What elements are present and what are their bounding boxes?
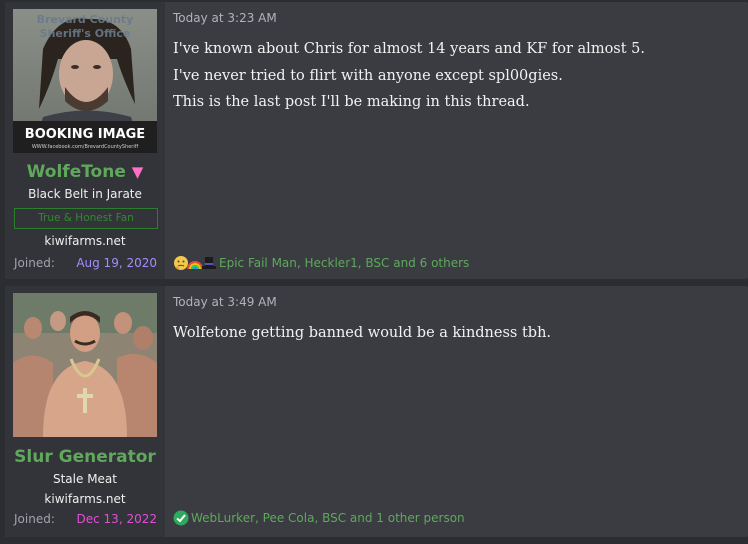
post: Slur Generator Stale Meat kiwifarms.net … bbox=[5, 286, 748, 537]
reactions-bar[interactable]: Epic Fail Man, Heckler1, BSC and 6 other… bbox=[173, 255, 469, 271]
hat-icon bbox=[202, 257, 216, 269]
reaction-icons bbox=[173, 510, 189, 526]
reactions-bar[interactable]: WebLurker, Pee Cola, BSC and 1 other per… bbox=[173, 510, 465, 526]
message-cell: Today at 3:49 AM Wolfetone getting banne… bbox=[165, 286, 748, 537]
username[interactable]: Slur Generator bbox=[5, 447, 165, 467]
message-line: I've known about Chris for almost 14 yea… bbox=[173, 41, 646, 57]
user-extra: kiwifarms.net bbox=[44, 492, 126, 506]
user-extra: kiwifarms.net bbox=[44, 234, 126, 248]
avatar[interactable] bbox=[13, 293, 157, 437]
pink-triangle-icon: ▼ bbox=[131, 163, 144, 181]
username[interactable]: WolfeTone ▼ bbox=[5, 162, 165, 182]
joined-date: Aug 19, 2020 bbox=[76, 256, 157, 270]
post-timestamp[interactable]: Today at 3:49 AM bbox=[173, 295, 277, 309]
user-title: Stale Meat bbox=[52, 472, 117, 486]
svg-text:BOOKING IMAGE: BOOKING IMAGE bbox=[25, 127, 145, 142]
message-cell: Today at 3:23 AM I've known about Chris … bbox=[165, 2, 748, 279]
joined-date: Dec 13, 2022 bbox=[76, 512, 157, 526]
avatar-image bbox=[13, 293, 157, 437]
post-timestamp[interactable]: Today at 3:23 AM bbox=[173, 11, 277, 25]
check-icon bbox=[173, 510, 189, 526]
joined-label: Joined: bbox=[14, 256, 55, 270]
post: Brevard County Sheriff's Office BOOKING … bbox=[5, 2, 748, 279]
user-cell: Slur Generator Stale Meat kiwifarms.net … bbox=[5, 286, 165, 537]
svg-text:WWW.facebook.com/BrevardCounty: WWW.facebook.com/BrevardCountySheriff bbox=[32, 144, 139, 150]
message-line: I've never tried to flirt with anyone ex… bbox=[173, 67, 563, 84]
message-body: I've known about Chris for almost 14 yea… bbox=[173, 36, 645, 116]
reactions-text[interactable]: WebLurker, Pee Cola, BSC and 1 other per… bbox=[191, 511, 465, 525]
user-banner: True & Honest Fan bbox=[14, 208, 158, 229]
reaction-icons bbox=[173, 255, 216, 271]
joined-label: Joined: bbox=[14, 512, 55, 526]
user-title: Black Belt in Jarate bbox=[28, 187, 142, 201]
message-line: This is the last post I'll be making in … bbox=[173, 94, 530, 110]
avatar-watermark: Brevard County bbox=[37, 13, 134, 26]
svg-text:Sheriff's Office: Sheriff's Office bbox=[40, 27, 131, 40]
user-cell: Brevard County Sheriff's Office BOOKING … bbox=[5, 2, 165, 279]
message-line: Wolfetone getting banned would be a kind… bbox=[173, 325, 552, 341]
avatar-image: Brevard County Sheriff's Office BOOKING … bbox=[13, 9, 157, 153]
avatar[interactable]: Brevard County Sheriff's Office BOOKING … bbox=[13, 9, 157, 153]
message-body: Wolfetone getting banned would be a kind… bbox=[173, 320, 551, 347]
reactions-text[interactable]: Epic Fail Man, Heckler1, BSC and 6 other… bbox=[219, 256, 469, 270]
